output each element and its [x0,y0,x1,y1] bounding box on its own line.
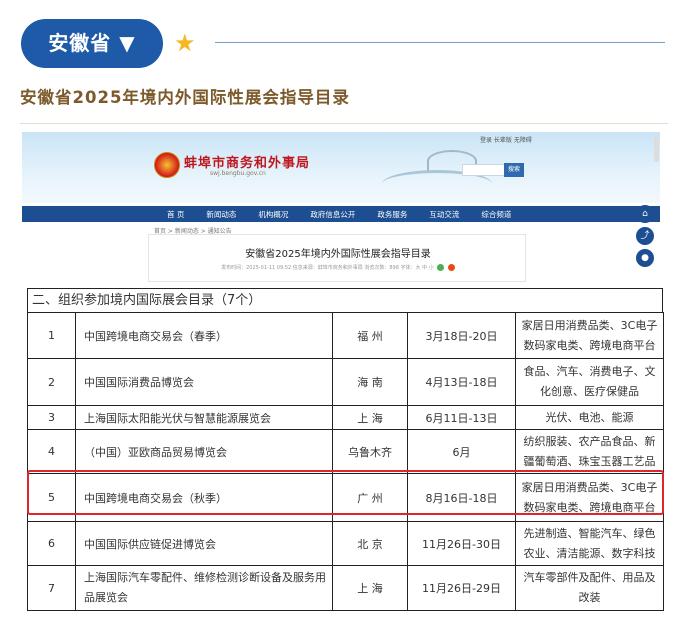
exhibition-date: 11月26日-30日 [407,521,516,566]
wechat-share-icon[interactable] [437,264,445,271]
website-screenshot: 蚌埠市商务和外事局 swj.bengbu.gov.cn 登录 长辈版 无障碍 搜… [22,132,660,282]
exhibition-city: 北 京 [332,521,408,566]
exhibition-date: 6月11日-13日 [407,405,516,430]
table-row-highlighted: 5 中国跨境电商交易会（秋季） 广 州 8月16日-18日 家居日用消费品类、3… [27,473,664,522]
exhibition-category: 先进制造、智能汽车、绿色农业、清洁能源、数字科技 [515,521,664,566]
province-tag[interactable]: 安徽省 ▼ [21,19,163,68]
exhibition-date: 4月13日-18日 [407,358,516,406]
row-number: 4 [27,429,76,474]
star-icon: ★ [174,29,196,57]
nav-item-news[interactable]: 新闻动态 [206,209,236,220]
emblem-icon [154,152,180,178]
divider [215,42,665,43]
article-header: 安徽省2025年境内外国际性展会指导目录 发布时间：2025-01-11 09:… [148,234,526,282]
site-name: 蚌埠市商务和外事局 [184,156,311,171]
exhibition-name: 中国跨境电商交易会（秋季） [75,473,333,522]
table-row: 7 上海国际汽车零配件、维修检测诊断设备及服务用品展览会 上 海 11月26日-… [27,565,664,611]
row-number: 3 [27,405,76,430]
nav-item-home[interactable]: 首 页 [167,209,184,220]
site-search-button[interactable]: 搜索 [504,163,524,177]
nav-item-interaction[interactable]: 互动交流 [429,209,459,220]
exhibition-date: 6月 [407,429,516,474]
side-toolbar: ⌂ ⤴ ● [636,205,658,271]
exhibition-city: 上 海 [332,405,408,430]
site-banner: 蚌埠市商务和外事局 swj.bengbu.gov.cn 登录 长辈版 无障碍 搜… [22,132,660,203]
row-number: 7 [27,565,76,611]
table-row: 6 中国国际供应链促进博览会 北 京 11月26日-30日 先进制造、智能汽车、… [27,521,664,566]
article-meta-text: 发布时间：2025-01-11 09:52 信息来源：蚌埠市商务和外事局 浏览次… [221,265,434,271]
exhibition-date: 3月18日-20日 [407,312,516,359]
page-title: 安徽省2025年境内外国际性展会指导目录 [20,88,350,107]
row-number: 5 [27,473,76,522]
weibo-share-icon[interactable] [447,264,455,271]
divider [20,123,668,124]
exhibition-category: 家居日用消费品类、3C电子数码家电类、跨境电商平台 [515,473,664,522]
exhibition-category: 家居日用消费品类、3C电子数码家电类、跨境电商平台 [515,312,664,359]
share-icon[interactable]: ⤴ [636,227,654,245]
article-title: 安徽省2025年境内外国际性展会指导目录 [245,249,431,260]
scrollbar[interactable] [654,136,659,162]
exhibition-category: 食品、汽车、消费电子、文化创意、医疗保健品 [515,358,664,406]
exhibition-name: 上海国际太阳能光伏与智慧能源展览会 [75,405,333,430]
exhibition-name: 中国国际消费品博览会 [75,358,333,406]
exhibition-table: 二、组织参加境内国际展会目录（7个） 1 中国跨境电商交易会（春季） 福 州 3… [27,288,664,611]
nav-item-services[interactable]: 政务服务 [377,209,407,220]
site-url: swj.bengbu.gov.cn [210,170,266,177]
row-number: 1 [27,312,76,359]
site-nav: 首 页 新闻动态 机构概况 政府信息公开 政务服务 互动交流 综合频道 [22,206,660,222]
table-row: 1 中国跨境电商交易会（春季） 福 州 3月18日-20日 家居日用消费品类、3… [27,312,664,359]
table-row: 3 上海国际太阳能光伏与智慧能源展览会 上 海 6月11日-13日 光伏、电池、… [27,405,664,430]
exhibition-category: 纺织服装、农产品食品、新疆葡萄酒、珠宝玉器工艺品 [515,429,664,474]
article-meta: 发布时间：2025-01-11 09:52 信息来源：蚌埠市商务和外事局 浏览次… [149,264,527,271]
robot-icon[interactable]: ● [636,249,654,267]
nav-item-about[interactable]: 机构概况 [258,209,288,220]
exhibition-category: 光伏、电池、能源 [515,405,664,430]
chevron-down-icon: ▼ [119,31,136,55]
site-top-links[interactable]: 登录 长辈版 无障碍 [480,135,532,144]
exhibition-city: 福 州 [332,312,408,359]
exhibition-city: 乌鲁木齐 [332,429,408,474]
province-label: 安徽省 [48,31,112,55]
exhibition-name: 中国跨境电商交易会（春季） [75,312,333,359]
exhibition-city: 广 州 [332,473,408,522]
exhibition-name: 上海国际汽车零配件、维修检测诊断设备及服务用品展览会 [75,565,333,611]
exhibition-name: （中国）亚欧商品贸易博览会 [75,429,333,474]
row-number: 6 [27,521,76,566]
exhibition-category: 汽车零部件及配件、用品及改装 [515,565,664,611]
row-number: 2 [27,358,76,406]
nav-item-disclosure[interactable]: 政府信息公开 [310,209,355,220]
exhibition-city: 海 南 [332,358,408,406]
exhibition-date: 11月26日-29日 [407,565,516,611]
exhibition-date: 8月16日-18日 [407,473,516,522]
table-row: 4 （中国）亚欧商品贸易博览会 乌鲁木齐 6月 纺织服装、农产品食品、新疆葡萄酒… [27,429,664,474]
nav-item-channel[interactable]: 综合频道 [481,209,511,220]
home-icon[interactable]: ⌂ [636,205,654,223]
table-row: 2 中国国际消费品博览会 海 南 4月13日-18日 食品、汽车、消费电子、文化… [27,358,664,406]
section-title: 二、组织参加境内国际展会目录（7个） [27,288,663,312]
exhibition-city: 上 海 [332,565,408,611]
exhibition-name: 中国国际供应链促进博览会 [75,521,333,566]
